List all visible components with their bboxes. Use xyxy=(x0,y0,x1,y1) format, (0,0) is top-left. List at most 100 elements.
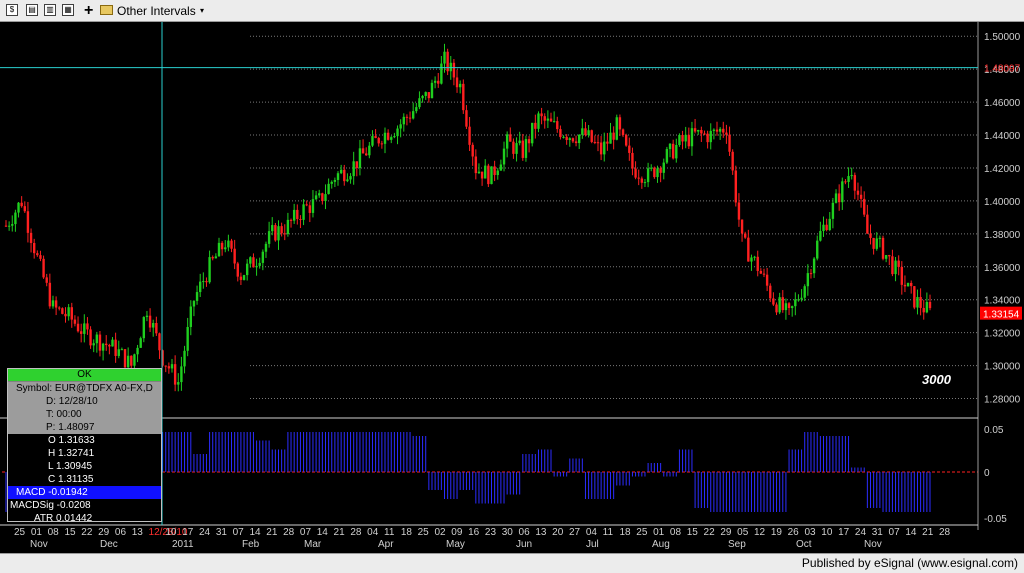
candle-body xyxy=(521,140,525,158)
candle-body xyxy=(92,343,95,346)
chart-grid xyxy=(250,35,978,400)
candle-body xyxy=(643,182,647,184)
candle-body xyxy=(825,224,828,231)
candle-body xyxy=(565,136,568,140)
candle-body xyxy=(866,214,869,234)
dw-low: L 1.30945 xyxy=(48,461,93,472)
candle-body xyxy=(499,164,503,171)
candle-body xyxy=(239,276,243,280)
candle-body xyxy=(32,242,36,254)
candle-body xyxy=(837,193,841,203)
candle-body xyxy=(289,219,293,221)
candle-body xyxy=(383,132,387,144)
date-tick-label: 15 xyxy=(687,527,699,538)
month-label: Nov xyxy=(30,539,48,550)
candle-body xyxy=(925,301,929,313)
candle-body xyxy=(881,237,885,259)
candle-body xyxy=(242,275,246,280)
candle-body xyxy=(769,285,772,299)
candle-body xyxy=(615,117,618,140)
candle-body xyxy=(64,313,67,317)
candle-body xyxy=(462,83,465,111)
candle-body xyxy=(421,95,424,99)
month-label: Oct xyxy=(796,539,812,550)
date-tick-label: 14 xyxy=(317,527,329,538)
candle-body xyxy=(922,307,925,313)
candle-body xyxy=(186,326,189,351)
candle-body xyxy=(214,256,218,259)
candle-body xyxy=(731,151,734,171)
candle-body xyxy=(502,148,506,165)
candle-body xyxy=(628,145,631,153)
candle-body xyxy=(95,334,99,344)
candle-body xyxy=(224,247,227,250)
chart-icon[interactable]: ▤ xyxy=(26,4,38,16)
date-tick-label: 28 xyxy=(939,527,951,538)
candle-body xyxy=(903,284,907,287)
candle-body xyxy=(790,306,794,308)
candle-body xyxy=(812,258,816,274)
candle-body xyxy=(258,262,261,266)
date-tick-label: 27 xyxy=(569,527,581,538)
toolbar: $ ▤ ▥ ▦ + Other Intervals ▾ xyxy=(0,0,1024,22)
candle-body xyxy=(894,260,897,275)
candle-body xyxy=(747,237,750,262)
date-tick-label: 19 xyxy=(771,527,783,538)
candle-body xyxy=(195,292,199,301)
date-tick-label: 12 xyxy=(754,527,766,538)
candle-body xyxy=(399,124,402,129)
candle-body xyxy=(458,83,462,88)
candle-body xyxy=(292,209,296,221)
candle-body xyxy=(784,303,788,311)
candle-body xyxy=(321,193,324,202)
usd-icon[interactable]: $ xyxy=(6,4,18,16)
candle-body xyxy=(512,141,515,154)
candle-body xyxy=(227,240,230,248)
date-tick-label: 01 xyxy=(653,527,665,538)
interval-dropdown[interactable]: Other Intervals xyxy=(117,0,196,22)
date-tick-label: 03 xyxy=(804,527,816,538)
candle-body xyxy=(374,136,377,139)
folder-icon[interactable] xyxy=(100,5,113,15)
date-tick-label: 20 xyxy=(552,527,564,538)
candle-body xyxy=(471,144,474,157)
price-tick-label: 1.46000 xyxy=(984,98,1021,109)
candle-body xyxy=(762,273,766,275)
candle-body xyxy=(339,169,343,174)
chart-alt-icon[interactable]: ▥ xyxy=(44,4,56,16)
candle-body xyxy=(324,194,327,202)
candle-body xyxy=(850,175,853,177)
data-window[interactable]: OK Symbol: EUR@TDFX A0-FX,D D: 12/28/10 … xyxy=(7,368,162,524)
date-tick-label: 25 xyxy=(14,527,26,538)
candle-body xyxy=(728,134,731,152)
chevron-down-icon[interactable]: ▾ xyxy=(200,0,204,22)
date-tick-label: 17 xyxy=(838,527,850,538)
date-tick-label: 23 xyxy=(485,527,497,538)
candle-body xyxy=(534,122,537,129)
month-label: Nov xyxy=(864,539,882,550)
plus-icon[interactable]: + xyxy=(84,0,93,22)
properties-icon[interactable]: ▦ xyxy=(62,4,74,16)
candle-body xyxy=(361,148,365,154)
candle-body xyxy=(358,148,362,168)
date-tick-label: 29 xyxy=(720,527,732,538)
candle-body xyxy=(734,170,738,203)
candle-body xyxy=(343,169,346,182)
date-tick-label: 04 xyxy=(586,527,598,538)
candle-body xyxy=(819,231,822,241)
date-tick-label: 29 xyxy=(98,527,110,538)
candle-body xyxy=(211,257,214,259)
candle-body xyxy=(496,170,499,176)
candle-body xyxy=(581,128,584,135)
candle-body xyxy=(543,116,546,121)
price-tick-label: 1.40000 xyxy=(984,197,1021,208)
candle-body xyxy=(577,134,581,144)
date-tick-label: 21 xyxy=(922,527,934,538)
candle-body xyxy=(919,297,922,308)
data-window-ok-button[interactable]: OK xyxy=(8,369,161,382)
macd-tick-label: -0.05 xyxy=(984,514,1007,525)
candle-body xyxy=(753,256,756,258)
candle-body xyxy=(609,132,612,144)
candle-body xyxy=(236,263,239,277)
candle-body xyxy=(474,156,478,174)
